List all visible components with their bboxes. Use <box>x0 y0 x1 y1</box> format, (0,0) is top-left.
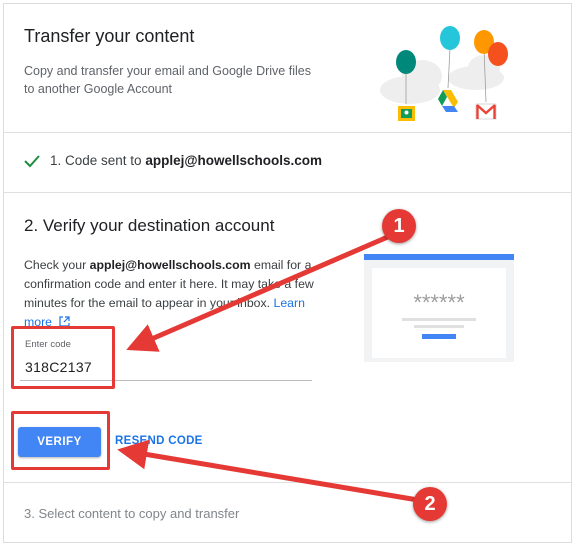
annotation-badge-1: 1 <box>382 209 416 243</box>
arrow-2 <box>117 439 419 503</box>
arrow-1 <box>126 233 391 352</box>
annotation-badge-2: 2 <box>413 487 447 521</box>
annotation-arrows <box>117 233 419 503</box>
